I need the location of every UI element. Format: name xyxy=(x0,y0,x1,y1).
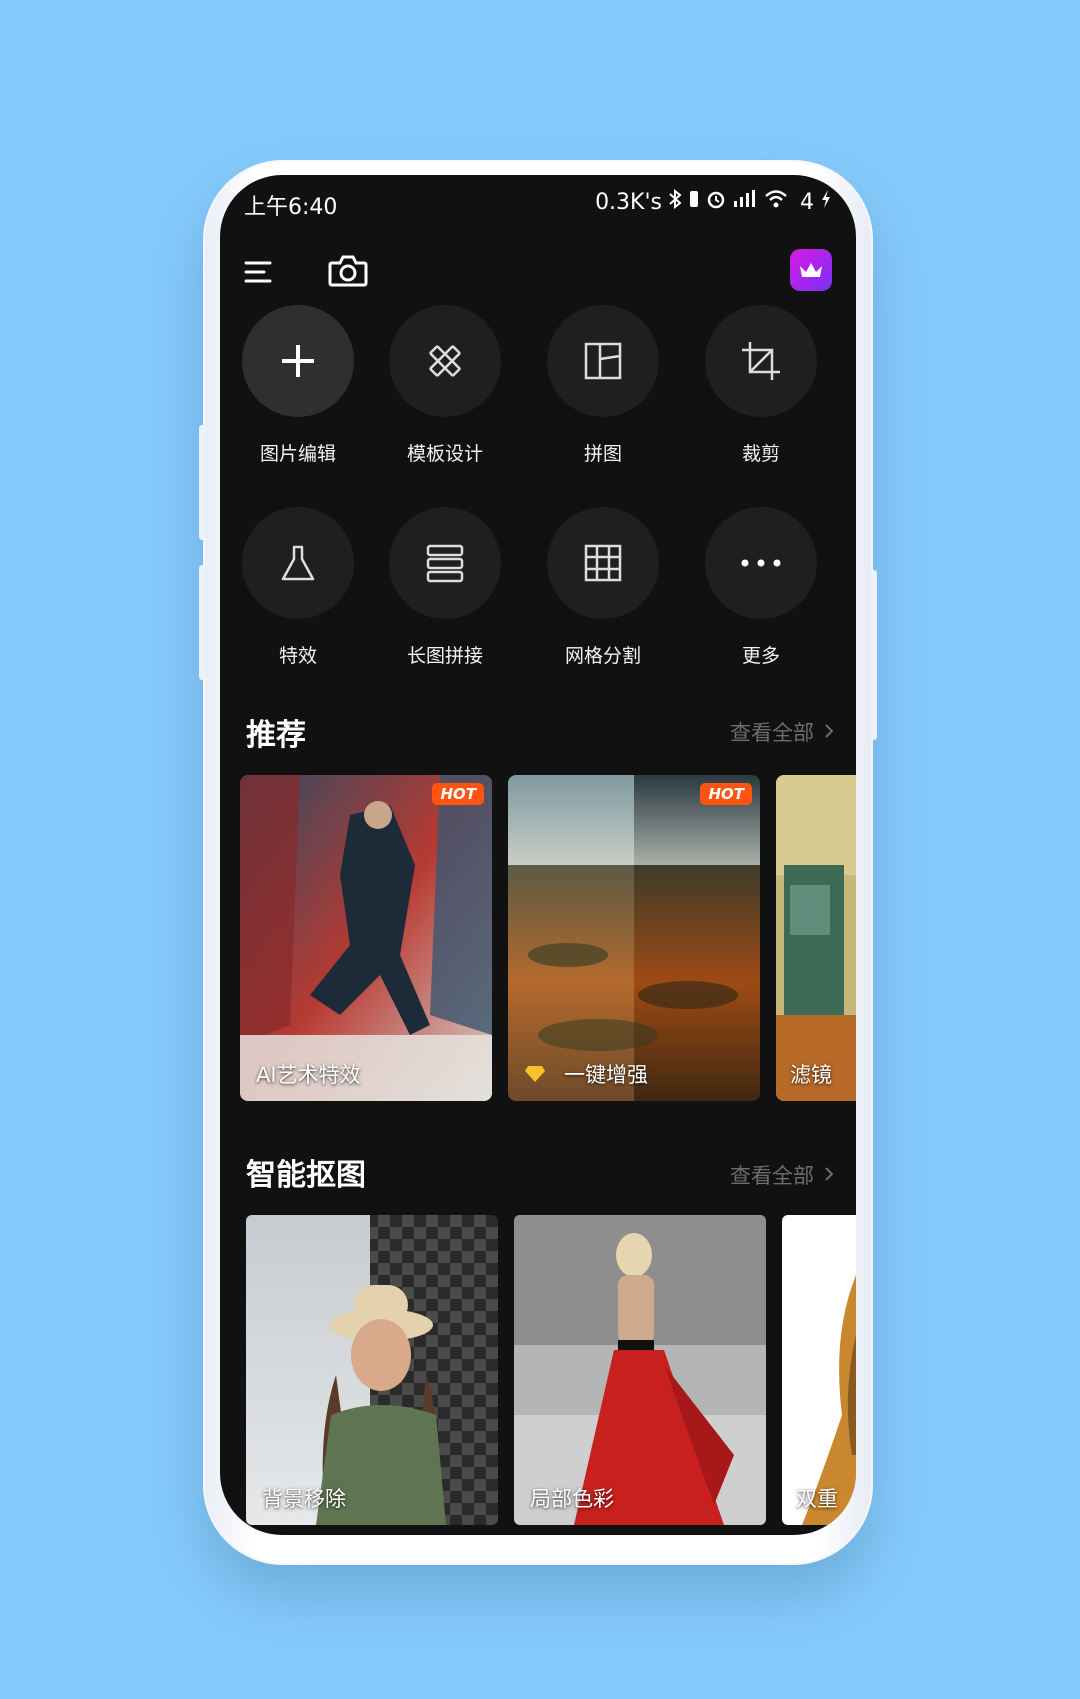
charging-icon xyxy=(820,189,832,215)
camera-icon[interactable] xyxy=(328,253,368,289)
vibrate-icon xyxy=(688,189,700,215)
view-all-label: 查看全部 xyxy=(730,721,814,745)
card-label: 双重 xyxy=(796,1487,838,1511)
bluetooth-icon xyxy=(668,188,682,215)
section-title-recommend: 推荐 xyxy=(246,718,306,753)
card-label: 滤镜 xyxy=(790,1063,832,1087)
tool-collage[interactable]: 拼图 xyxy=(528,305,678,466)
menu-icon[interactable] xyxy=(244,257,274,287)
tool-label: 长图拼接 xyxy=(406,645,483,667)
more-icon xyxy=(705,507,817,619)
tool-label: 更多 xyxy=(741,645,780,667)
tool-more[interactable]: 更多 xyxy=(686,507,836,668)
collage-icon xyxy=(547,305,659,417)
tool-long-stitch[interactable]: 长图拼接 xyxy=(370,507,520,668)
power-button xyxy=(871,570,877,740)
crop-icon xyxy=(705,305,817,417)
tool-label: 图片编辑 xyxy=(259,443,336,465)
hot-badge: HOT xyxy=(432,783,484,805)
diamond-icon xyxy=(525,1066,545,1082)
status-bar: 上午6:40 0.3K's 4 xyxy=(220,175,856,235)
tool-label: 模板设计 xyxy=(406,443,483,465)
status-icons: 0.3K's 4 xyxy=(595,188,832,215)
cutout-card-double-exposure[interactable]: 双重 xyxy=(782,1215,856,1525)
chevron-right-icon xyxy=(824,720,834,744)
recommend-card-filter[interactable]: 滤镜 xyxy=(776,775,856,1101)
view-all-label: 查看全部 xyxy=(730,1164,814,1188)
ruler-pencil-icon xyxy=(389,305,501,417)
tool-label: 裁剪 xyxy=(741,443,780,465)
flask-icon xyxy=(242,507,354,619)
cutout-card-local-color[interactable]: 局部色彩 xyxy=(514,1215,766,1525)
view-all-cutout[interactable]: 查看全部 xyxy=(730,1160,834,1190)
card-label: AI艺术特效 xyxy=(256,1063,361,1087)
wifi-icon xyxy=(764,189,788,215)
card-label: 一键增强 xyxy=(564,1063,648,1087)
card-label-with-icon: 一键增强 xyxy=(524,1059,648,1089)
tool-label: 特效 xyxy=(278,645,317,667)
network-speed: 0.3K's xyxy=(595,189,662,215)
enhance-image xyxy=(508,775,760,1101)
bg-remove-image xyxy=(246,1215,498,1525)
cutout-card-bg-remove[interactable]: 背景移除 xyxy=(246,1215,498,1525)
tool-effects[interactable]: 特效 xyxy=(223,507,373,668)
double-exposure-image xyxy=(782,1215,856,1525)
stack-icon xyxy=(389,507,501,619)
top-toolbar xyxy=(220,235,856,315)
card-label: 背景移除 xyxy=(262,1487,346,1511)
tool-crop[interactable]: 裁剪 xyxy=(686,305,836,466)
local-color-image xyxy=(514,1215,766,1525)
tool-grid-split[interactable]: 网格分割 xyxy=(528,507,678,668)
crown-icon[interactable] xyxy=(790,249,832,291)
alarm-icon xyxy=(706,189,726,215)
section-title-cutout: 智能抠图 xyxy=(246,1158,366,1193)
plus-icon xyxy=(242,305,354,417)
status-time: 上午6:40 xyxy=(244,195,338,220)
view-all-recommend[interactable]: 查看全部 xyxy=(730,717,834,747)
screen: 上午6:40 0.3K's 4 图片编辑 模板设计 拼图 裁剪 特效 长图拼接 … xyxy=(220,175,856,1535)
volume-button-2 xyxy=(199,565,205,680)
chevron-right-icon xyxy=(824,1163,834,1187)
tool-label: 拼图 xyxy=(583,443,622,465)
card-label: 局部色彩 xyxy=(530,1487,614,1511)
hot-badge: HOT xyxy=(700,783,752,805)
signal-icon xyxy=(732,189,758,215)
tool-label: 网格分割 xyxy=(564,645,641,667)
volume-button xyxy=(199,425,205,540)
tool-template-design[interactable]: 模板设计 xyxy=(370,305,520,466)
filter-image xyxy=(776,775,856,1101)
recommend-card-enhance[interactable]: HOT 一键增强 xyxy=(508,775,760,1101)
grid-icon xyxy=(547,507,659,619)
ai-art-image xyxy=(240,775,492,1101)
tool-photo-edit[interactable]: 图片编辑 xyxy=(223,305,373,466)
recommend-card-ai-art[interactable]: HOT AI艺术特效 xyxy=(240,775,492,1101)
battery-level: 4 xyxy=(800,189,814,215)
